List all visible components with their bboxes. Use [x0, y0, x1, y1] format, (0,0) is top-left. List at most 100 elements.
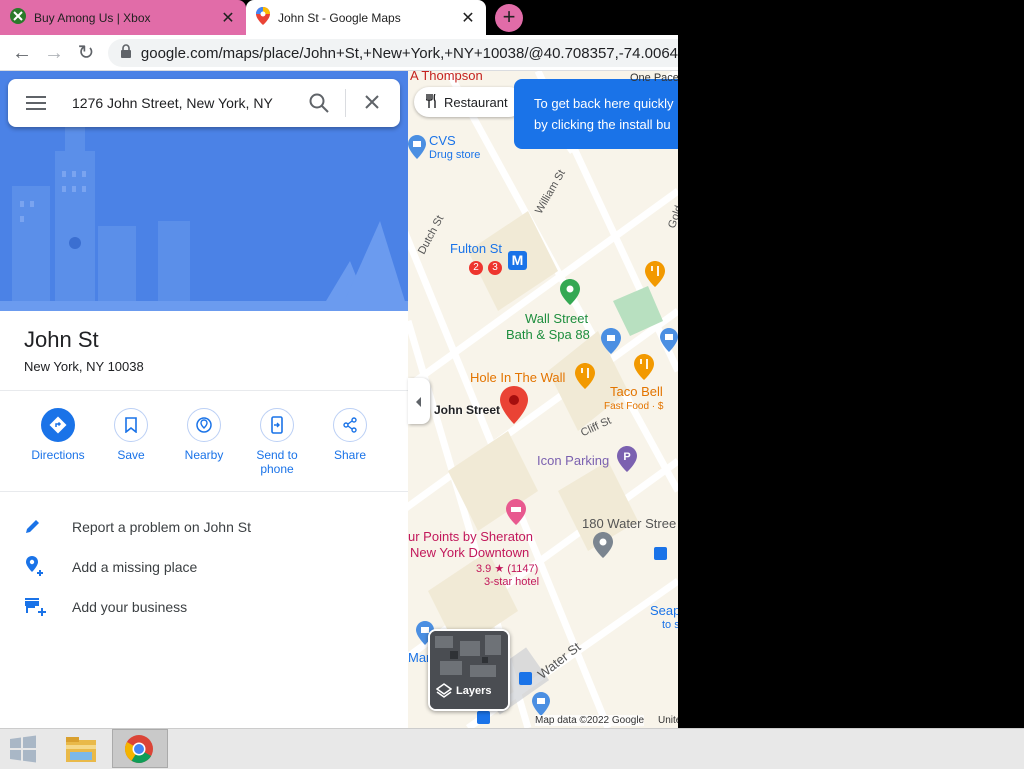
action-label: Nearby	[184, 448, 224, 462]
tab-title: Buy Among Us | Xbox	[34, 10, 151, 25]
restaurant-pin-icon[interactable]	[645, 261, 665, 292]
restaurant-pin-icon[interactable]	[575, 363, 595, 394]
nearby-icon	[187, 408, 221, 442]
map-label: Fast Food · $	[604, 401, 664, 412]
browser-window: Buy Among Us | Xbox ✕ John St - Google M…	[0, 0, 678, 728]
map-label: 3.9 ★ (1147)	[476, 563, 539, 575]
search-box[interactable]: 1276 John Street, New York, NY	[8, 79, 400, 127]
action-label: Share	[333, 448, 367, 462]
tooltip-line: To get back here quickly	[534, 96, 674, 111]
bus-stop-icon[interactable]	[477, 711, 490, 724]
map-label: 3-star hotel	[484, 576, 540, 588]
map-label: John Street	[434, 403, 501, 417]
map-label: Icon Parking	[537, 453, 610, 468]
phone-icon	[260, 408, 294, 442]
map-label: Fulton St	[450, 241, 503, 256]
report-problem-link[interactable]: Report a problem on John St	[24, 515, 251, 539]
share-button[interactable]: Share	[314, 408, 386, 462]
install-tooltip: To get back here quickly by clicking the…	[514, 79, 678, 149]
map-label: Taco Bell	[610, 384, 663, 399]
tooltip-line: by clicking the install bu	[534, 117, 671, 132]
map-label: Seap	[650, 603, 678, 618]
layers-label: Layers	[456, 685, 492, 697]
tab-title: John St - Google Maps	[278, 10, 401, 25]
tab-xbox[interactable]: Buy Among Us | Xbox ✕	[0, 0, 246, 35]
search-icon[interactable]	[308, 92, 330, 119]
tab-strip: Buy Among Us | Xbox ✕ John St - Google M…	[0, 0, 678, 35]
map-label: Bath & Spa 88	[506, 327, 590, 342]
nearby-button[interactable]: Nearby	[168, 408, 240, 462]
tab-google-maps[interactable]: John St - Google Maps ✕	[246, 0, 486, 35]
add-location-icon	[24, 555, 48, 580]
windows-start-icon[interactable]	[8, 735, 38, 768]
action-label: Directions	[31, 448, 85, 462]
pencil-icon	[24, 517, 48, 538]
park-pin-icon[interactable]	[560, 279, 580, 310]
close-tab-icon[interactable]: ✕	[460, 8, 476, 28]
forward-arrow-icon[interactable]: →	[42, 41, 66, 65]
restaurants-chip[interactable]: Restaurant	[414, 87, 524, 117]
chrome-taskbar-button[interactable]	[112, 729, 168, 768]
add-business-link[interactable]: Add your business	[24, 595, 187, 619]
close-tab-icon[interactable]: ✕	[220, 8, 236, 28]
hotel-pin-icon[interactable]	[506, 499, 526, 530]
search-divider	[345, 89, 346, 117]
lock-icon	[120, 43, 133, 63]
xbox-icon	[10, 8, 26, 27]
place-panel: 1276 John Street, New York, NY John St N…	[0, 71, 408, 728]
link-label: Add a missing place	[72, 559, 198, 575]
google-maps-icon	[256, 7, 270, 28]
place-title: John St	[24, 327, 99, 352]
map-label: 180 Water Stree	[582, 516, 677, 531]
collapse-panel-button[interactable]	[408, 378, 430, 424]
taskbar	[0, 728, 1024, 769]
url-text: google.com/maps/place/John+St,+New+York,…	[140, 44, 678, 62]
metro-icon[interactable]: M	[508, 251, 527, 270]
place-pin-icon[interactable]	[593, 532, 613, 563]
divider	[0, 491, 408, 492]
shopping-pin-icon[interactable]	[660, 328, 678, 357]
layers-icon	[435, 683, 453, 704]
map-label: ur Points by Sheraton	[408, 529, 534, 544]
new-tab-button[interactable]: +	[495, 4, 523, 32]
map-canvas[interactable]: Restaurant To get back here quickly by c…	[408, 71, 678, 728]
chevron-left-icon	[414, 395, 422, 413]
map-label: to s	[662, 619, 678, 631]
svg-text:P: P	[623, 451, 630, 463]
map-label: CVS	[429, 133, 456, 148]
search-input[interactable]: 1276 John Street, New York, NY	[72, 95, 292, 111]
divider	[0, 390, 408, 391]
parking-pin-icon[interactable]: P	[617, 446, 637, 477]
place-hero-image: 1276 John Street, New York, NY	[0, 71, 408, 311]
map-attribution: Map data ©2022 Google	[535, 715, 645, 726]
share-icon	[333, 408, 367, 442]
map-attribution: Unite	[658, 715, 678, 726]
back-arrow-icon[interactable]: ←	[10, 41, 34, 65]
bus-stop-icon[interactable]	[519, 672, 532, 685]
restaurant-pin-icon[interactable]	[634, 354, 654, 385]
shopping-pin-icon[interactable]	[408, 135, 426, 164]
save-button[interactable]: Save	[95, 408, 167, 462]
chip-label: Restaurant	[444, 94, 508, 110]
menu-icon[interactable]	[26, 95, 46, 116]
map-label: A Thompson	[410, 71, 483, 83]
address-bar[interactable]: google.com/maps/place/John+St,+New+York,…	[108, 39, 678, 67]
reload-icon[interactable]: ↻	[74, 41, 98, 65]
bookmark-icon	[114, 408, 148, 442]
subway-line-2-icon[interactable]: 2	[469, 261, 483, 275]
action-label: Save	[117, 448, 145, 462]
bus-stop-icon[interactable]	[654, 547, 667, 560]
map-label: Drug store	[429, 149, 481, 161]
map-label: One Pace	[630, 72, 678, 84]
send-to-phone-button[interactable]: Send to phone	[241, 408, 313, 476]
link-label: Report a problem on John St	[72, 519, 251, 535]
subway-line-3-icon[interactable]: 3	[488, 261, 502, 275]
layers-button[interactable]: Layers	[428, 629, 510, 711]
map-label: Wall Street	[525, 311, 589, 326]
location-pin-icon[interactable]	[500, 386, 528, 429]
close-icon[interactable]	[364, 94, 380, 115]
add-missing-place-link[interactable]: Add a missing place	[24, 555, 197, 579]
directions-button[interactable]: Directions	[22, 408, 94, 462]
spa-pin-icon[interactable]	[601, 328, 621, 359]
file-explorer-icon[interactable]	[64, 734, 98, 769]
